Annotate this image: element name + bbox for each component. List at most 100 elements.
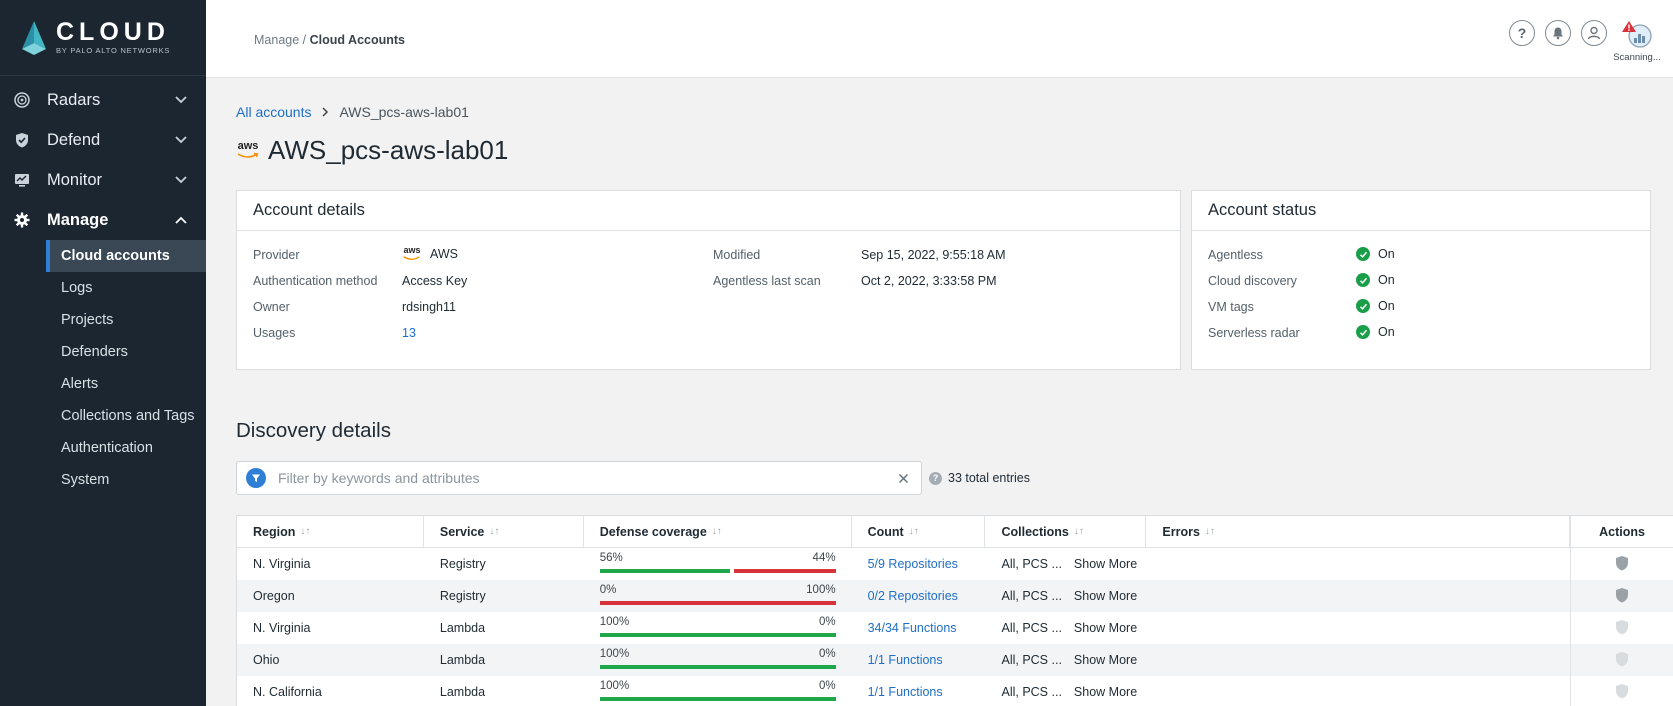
sort-icon: ↓↑ <box>1204 526 1215 537</box>
column-title: Region <box>253 524 296 539</box>
sidebar-item-logs[interactable]: Logs <box>0 272 206 304</box>
prisma-cloud-logo-icon <box>20 20 48 55</box>
check-circle-icon <box>1356 325 1370 339</box>
table-header: Region ↓↑ Service ↓↑ Defense coverage ↓↑ Co… <box>237 516 1673 548</box>
discovery-details-title: Discovery details <box>236 419 391 442</box>
total-entries: ? 33 total entries <box>929 471 1030 485</box>
show-more-link[interactable]: Show More <box>1074 621 1137 635</box>
bell-icon[interactable] <box>1545 20 1571 46</box>
logo-subtitle: BY PALO ALTO NETWORKS <box>56 46 171 55</box>
sidebar-item-authentication[interactable]: Authentication <box>0 432 206 464</box>
help-icon[interactable]: ? <box>1509 20 1535 46</box>
column-header-region[interactable]: Region ↓↑ <box>237 516 424 547</box>
scan-status[interactable]: Scanning... <box>1613 20 1661 63</box>
sidebar-item-system[interactable]: System <box>0 464 206 496</box>
status-value-cloud-discovery: On <box>1356 273 1395 287</box>
coverage-bar: 100% 0% <box>599 616 836 640</box>
aws-logo-text: aws <box>403 245 421 255</box>
user-icon[interactable] <box>1581 20 1607 46</box>
table-row: Oregon Registry 0% 100% 0/2 Repositories All,… <box>237 580 1673 612</box>
count-link[interactable]: 5/9 Repositories <box>868 557 958 571</box>
defended-percent: 100% <box>599 648 630 660</box>
top-header: Manage / Cloud Accounts ? Scanning... <box>206 0 1673 78</box>
table-row: N. Virginia Registry 56% 44% 5/9 Repositorie… <box>237 548 1673 580</box>
header-breadcrumb: Manage / Cloud Accounts <box>254 33 405 47</box>
status-value-serverless-radar: On <box>1356 325 1395 339</box>
cell-collections: All, PCS ... Show More <box>985 644 1146 676</box>
column-header-defense-coverage[interactable]: Defense coverage ↓↑ <box>584 516 852 547</box>
total-entries-text: 33 total entries <box>948 471 1030 485</box>
show-more-link[interactable]: Show More <box>1074 685 1137 699</box>
cell-region: N. Virginia <box>253 621 311 635</box>
count-link[interactable]: 1/1 Functions <box>868 685 943 699</box>
sidebar-item-cloud-accounts[interactable]: Cloud accounts <box>46 240 206 272</box>
show-more-link[interactable]: Show More <box>1074 653 1137 667</box>
chevron-right-icon <box>321 104 329 120</box>
count-link[interactable]: 0/2 Repositories <box>868 589 958 603</box>
discovery-table: Region ↓↑ Service ↓↑ Defense coverage ↓↑ Co… <box>236 515 1673 706</box>
sidebar-item-collections-and-tags[interactable]: Collections and Tags <box>0 400 206 432</box>
count-link[interactable]: 34/34 Functions <box>868 621 957 635</box>
chevron-down-icon <box>174 93 188 107</box>
usages-link[interactable]: 13 <box>402 326 416 340</box>
nav-item-defend[interactable]: Defend <box>0 120 206 160</box>
column-header-errors[interactable]: Errors ↓↑ <box>1146 516 1571 547</box>
defended-bar <box>599 569 730 573</box>
logo[interactable]: CLOUD BY PALO ALTO NETWORKS <box>0 0 206 76</box>
monitor-icon <box>14 172 30 188</box>
sidebar-item-defenders[interactable]: Defenders <box>0 336 206 368</box>
defended-bar <box>599 633 836 637</box>
column-title: Defense coverage <box>599 524 707 539</box>
logo-word: CLOUD <box>56 18 170 46</box>
defend-shield-icon <box>1615 683 1629 702</box>
auth-method-label: Authentication method <box>253 274 378 288</box>
cell-service: Registry <box>439 557 486 571</box>
sidebar-item-alerts[interactable]: Alerts <box>0 368 206 400</box>
cell-collections: All, PCS ... Show More <box>985 612 1146 644</box>
provider-label: Provider <box>253 248 300 262</box>
breadcrumb-parent[interactable]: Manage <box>254 33 299 47</box>
nav-label: Defend <box>47 130 101 149</box>
count-link[interactable]: 1/1 Functions <box>868 653 943 667</box>
status-text: On <box>1378 325 1395 339</box>
coverage-bar: 100% 0% <box>599 680 836 704</box>
modified-value: Sep 15, 2022, 9:55:18 AM <box>861 248 1006 262</box>
cell-count: 1/1 Functions <box>852 644 986 676</box>
defend-shield-icon[interactable] <box>1615 587 1629 606</box>
cell-actions <box>1570 612 1673 644</box>
defend-shield-icon[interactable] <box>1615 555 1629 574</box>
status-value-vm-tags: On <box>1356 299 1395 313</box>
column-title: Count <box>867 524 904 539</box>
coverage-bar: 56% 44% <box>599 552 836 576</box>
chevron-up-icon <box>174 213 188 227</box>
show-more-link[interactable]: Show More <box>1074 557 1137 571</box>
all-accounts-link[interactable]: All accounts <box>236 104 311 120</box>
column-header-count[interactable]: Count ↓↑ <box>852 516 986 547</box>
table-row: Ohio Lambda 100% 0% 1/1 Functions All, PCS ..… <box>237 644 1673 676</box>
sidebar-item-projects[interactable]: Projects <box>0 304 206 336</box>
column-title: Actions <box>1599 524 1645 539</box>
undefended-percent: 0% <box>818 680 836 692</box>
cell-service: Lambda <box>439 621 486 635</box>
close-icon[interactable] <box>893 473 913 484</box>
filter-input[interactable] <box>278 470 893 486</box>
cell-collections: All, PCS ... Show More <box>985 548 1146 580</box>
status-value-agentless: On <box>1356 247 1395 261</box>
table-body: N. Virginia Registry 56% 44% 5/9 Repositorie… <box>237 548 1673 706</box>
column-header-service[interactable]: Service ↓↑ <box>424 516 584 547</box>
nav-item-monitor[interactable]: Monitor <box>0 160 206 200</box>
undefended-percent: 100% <box>806 584 836 596</box>
chevron-down-icon <box>174 173 188 187</box>
nav-item-radars[interactable]: Radars <box>0 80 206 120</box>
defended-percent: 100% <box>599 680 630 692</box>
filter-icon[interactable] <box>246 468 266 488</box>
help-icon[interactable]: ? <box>929 471 942 485</box>
cell-defense-coverage: 100% 0% <box>584 644 852 676</box>
gear-icon <box>14 212 30 228</box>
column-header-collections[interactable]: Collections ↓↑ <box>985 516 1147 547</box>
show-more-link[interactable]: Show More <box>1074 589 1137 603</box>
account-details-title: Account details <box>237 191 1180 231</box>
cell-service: Registry <box>439 589 486 603</box>
cell-defense-coverage: 100% 0% <box>584 612 852 644</box>
nav-item-manage[interactable]: Manage <box>0 200 206 240</box>
